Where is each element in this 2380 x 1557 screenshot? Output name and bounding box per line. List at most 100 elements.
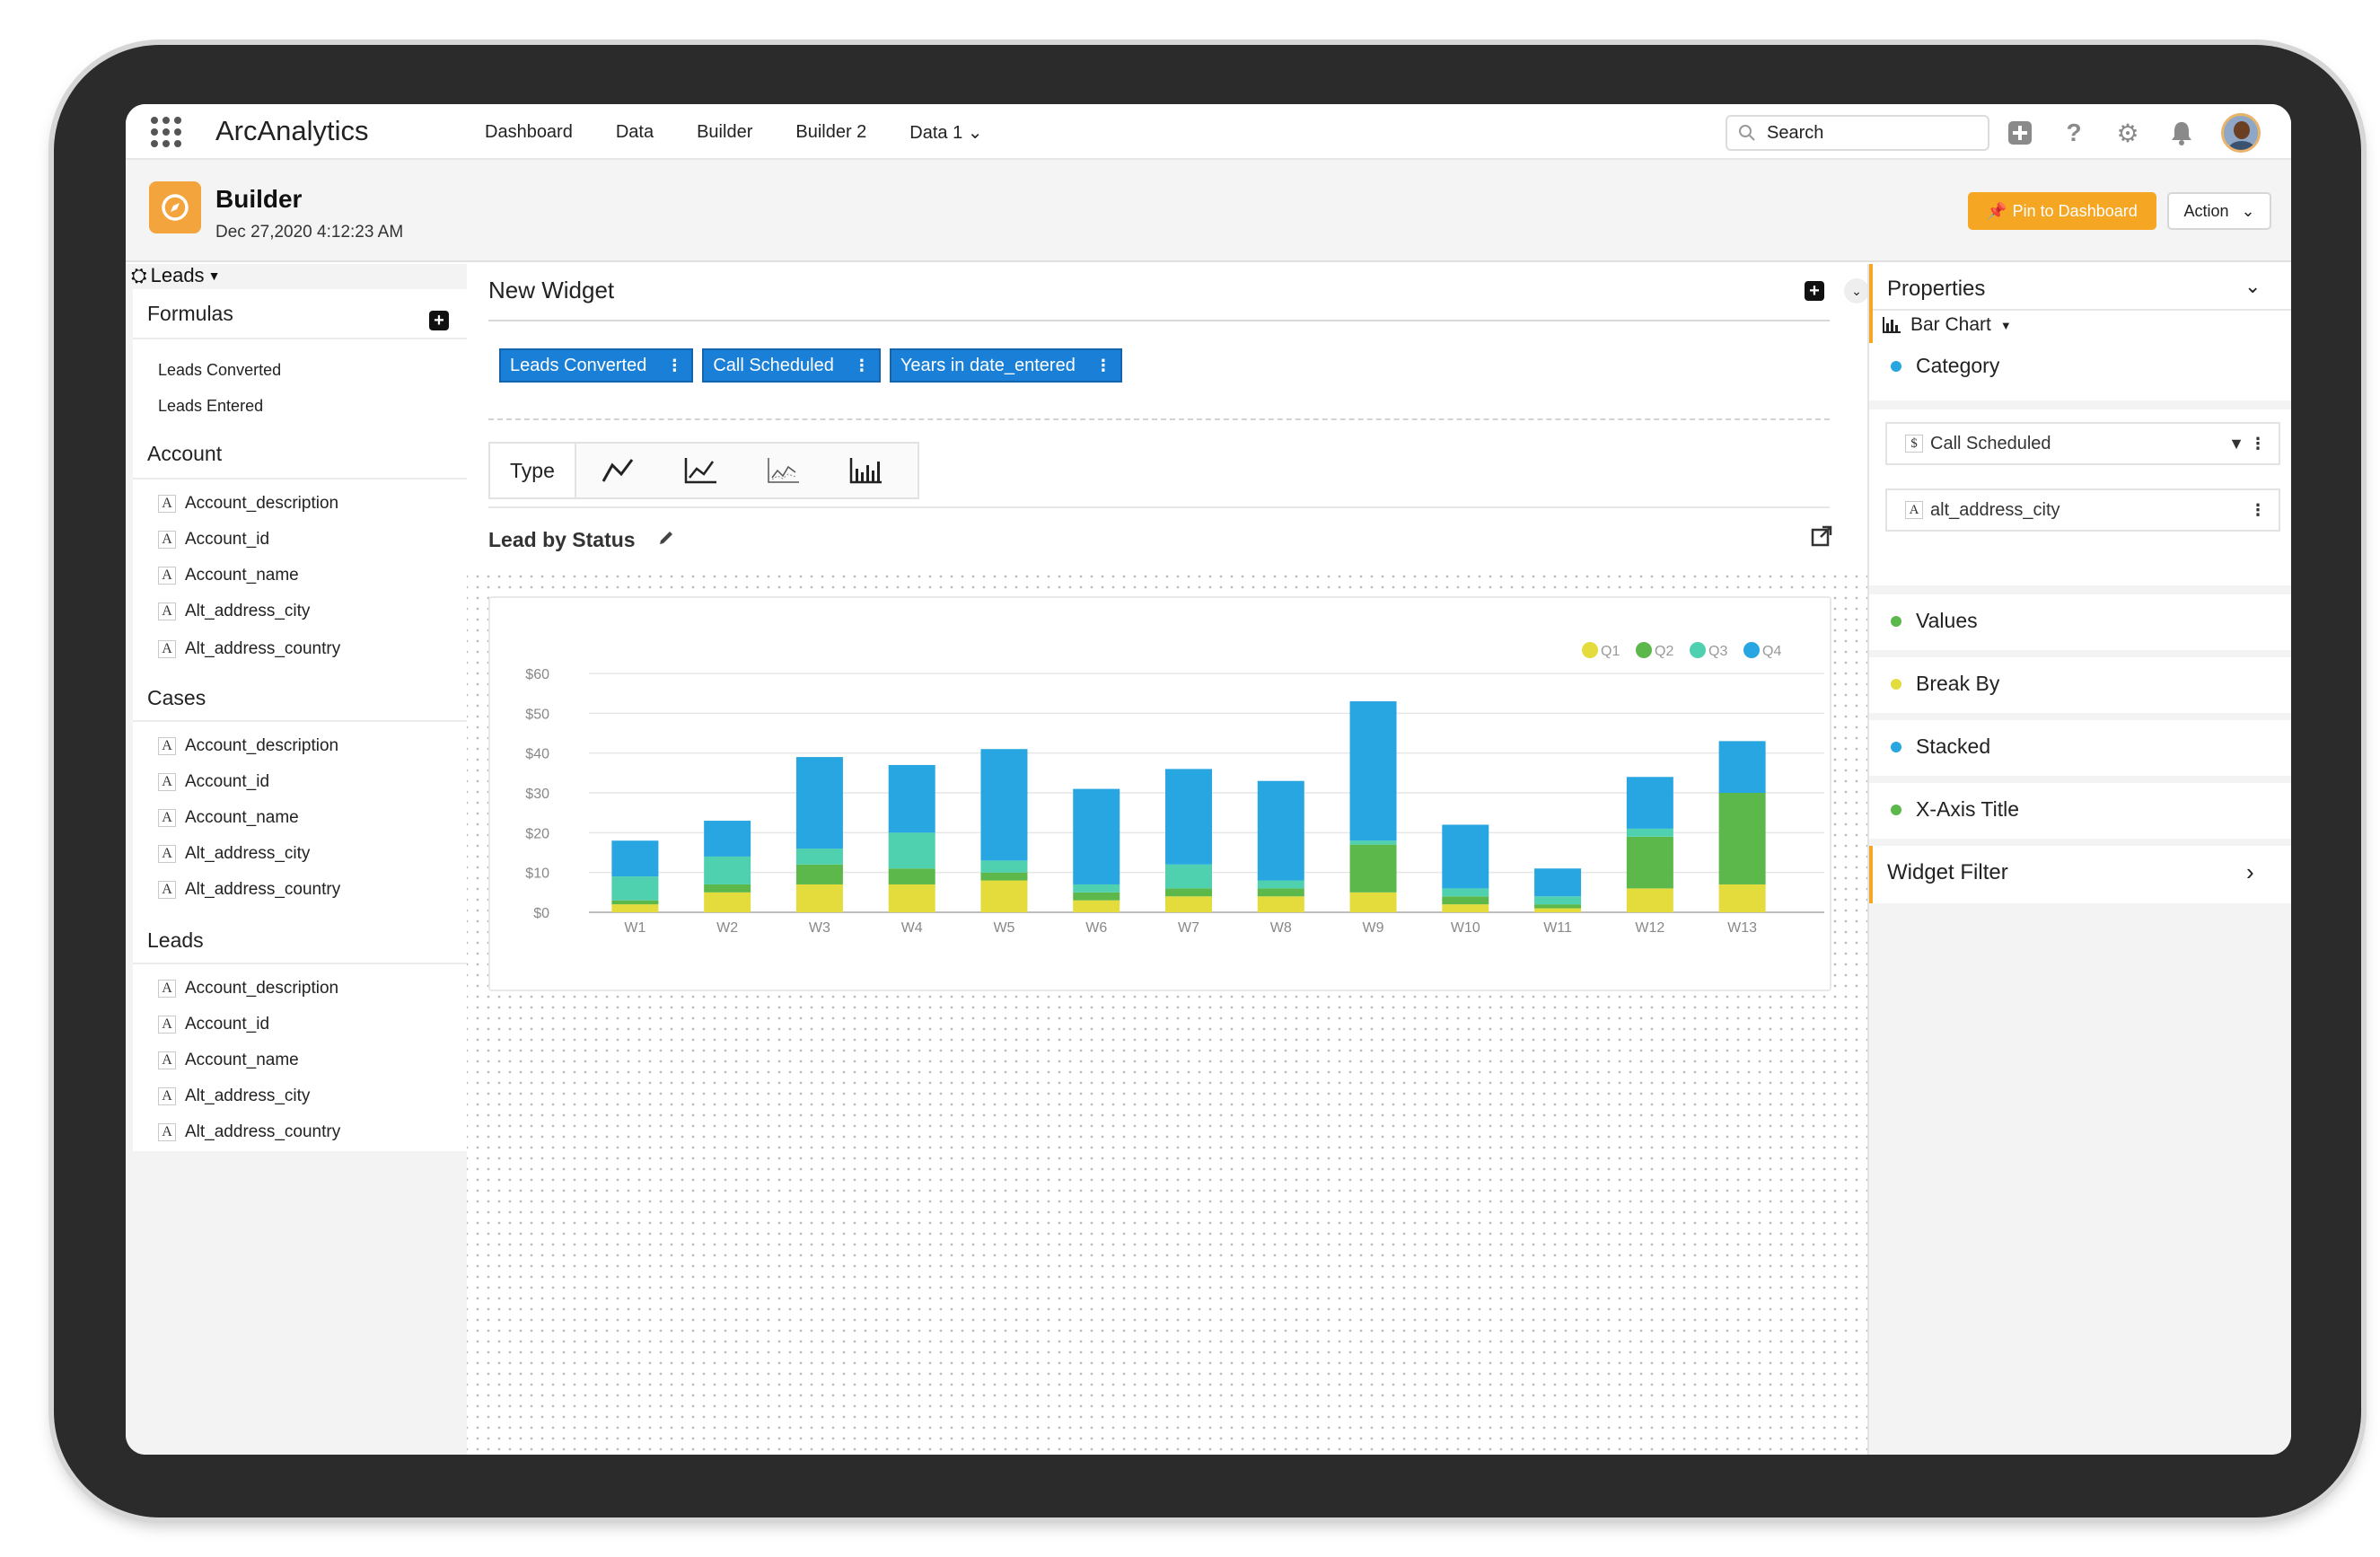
add-icon[interactable]: [2006, 119, 2034, 147]
line-chart-icon[interactable]: [576, 456, 659, 485]
text-type-icon: A: [158, 773, 176, 791]
legend-label: Q2: [1655, 644, 1673, 659]
x-tick-label: W8: [1270, 920, 1292, 936]
field-item[interactable]: A Account_name: [158, 808, 299, 828]
field-label: Alt_address_city: [185, 844, 311, 863]
nav-data-1[interactable]: Data 1 ⌄: [909, 121, 982, 144]
avatar[interactable]: [2221, 113, 2261, 153]
add-widget-icon[interactable]: +: [1805, 281, 1824, 301]
page-header: Builder Dec 27,2020 4:12:23 AM 📌 Pin to …: [126, 160, 2291, 262]
axis-line-chart-icon[interactable]: [659, 456, 742, 485]
divider: [133, 720, 467, 722]
field-item[interactable]: A Alt_address_country: [158, 880, 340, 900]
help-icon[interactable]: ?: [2059, 119, 2088, 147]
field-label: alt_address_city: [1930, 499, 2060, 520]
bar-segment-q2: [1626, 836, 1673, 889]
x-tick-label: W2: [716, 920, 738, 936]
property-values[interactable]: Values: [1891, 609, 1978, 633]
gear-icon[interactable]: ⚙: [2113, 119, 2142, 147]
chart-type-selector[interactable]: Bar Chart ▼: [1882, 314, 2012, 336]
chip-call-scheduled[interactable]: Call Scheduled ⋮: [702, 348, 881, 383]
legend-swatch: [1582, 642, 1598, 658]
chevron-down-icon: ⌄: [2241, 201, 2255, 220]
nav-dashboard[interactable]: Dashboard: [485, 122, 573, 143]
field-item[interactable]: A Account_id: [158, 530, 269, 550]
chevron-down-icon[interactable]: ⌄: [1844, 278, 1869, 303]
bell-icon[interactable]: [2167, 119, 2196, 147]
app-launcher-icon[interactable]: [151, 117, 181, 147]
x-tick-label: W9: [1363, 920, 1384, 936]
chip-leads-converted[interactable]: Leads Converted ⋮: [499, 348, 694, 383]
formula-item[interactable]: Leads Converted: [158, 361, 281, 380]
field-item[interactable]: A Alt_address_city: [158, 1086, 310, 1106]
bar-segment-q1: [1349, 892, 1397, 912]
nav-builder[interactable]: Builder: [697, 122, 752, 143]
field-item[interactable]: A Account_id: [158, 1015, 269, 1034]
field-item[interactable]: A Account_id: [158, 772, 269, 792]
y-tick-label: $60: [525, 667, 549, 682]
property-break-by[interactable]: Break By: [1891, 672, 1999, 696]
field-item[interactable]: A Alt_address_country: [158, 1122, 340, 1142]
field-item[interactable]: A Account_description: [158, 494, 338, 514]
bar-segment-q1: [611, 904, 659, 912]
property-x-axis-title[interactable]: X-Axis Title: [1891, 797, 2019, 822]
nav-data[interactable]: Data: [616, 122, 654, 143]
bar-segment-q2: [611, 900, 659, 905]
kebab-icon[interactable]: ⋮: [1095, 356, 1111, 375]
property-category[interactable]: Category: [1891, 354, 1999, 378]
divider: [1873, 309, 2291, 311]
type-label: Type: [490, 444, 576, 497]
divider: [133, 338, 467, 339]
x-tick-label: W1: [624, 920, 645, 936]
dataset-selector[interactable]: ⛭ Leads ▼: [131, 264, 220, 287]
property-stacked[interactable]: Stacked: [1891, 735, 1990, 759]
bar-segment-q3: [888, 832, 935, 869]
area-chart-icon[interactable]: [742, 456, 824, 485]
category-dot: [1891, 360, 1901, 372]
bar-segment-q3: [1349, 840, 1397, 845]
field-item[interactable]: A Alt_address_country: [158, 639, 340, 659]
field-label: Alt_address_country: [185, 639, 341, 658]
external-link-icon[interactable]: [1810, 524, 1833, 552]
nav-builder-2[interactable]: Builder 2: [795, 122, 866, 143]
chevron-right-icon[interactable]: ›: [2246, 858, 2254, 886]
field-actions: ⋮: [2250, 501, 2266, 520]
bar-segment-q2: [888, 868, 935, 884]
selected-measures: Leads Converted ⋮ Call Scheduled ⋮ Years i…: [499, 348, 1122, 383]
field-item[interactable]: A Account_description: [158, 736, 338, 756]
field-item[interactable]: A Alt_address_city: [158, 844, 310, 864]
field-item[interactable]: A Account_description: [158, 979, 338, 998]
bar-segment-q4: [1442, 824, 1489, 889]
search-input[interactable]: Search: [1726, 115, 1989, 151]
field-item[interactable]: A Account_name: [158, 1051, 299, 1070]
properties-panel: Properties ⌄ Bar Chart ▼ Category $ Call…: [1867, 264, 2291, 1455]
formula-item[interactable]: Leads Entered: [158, 397, 263, 416]
kebab-icon[interactable]: ⋮: [2250, 435, 2266, 453]
kebab-icon[interactable]: ⋮: [2250, 501, 2266, 520]
formulas-title: Formulas: [147, 302, 233, 325]
category-field-alt-address-city[interactable]: A alt_address_city ⋮: [1885, 488, 2280, 532]
pin-to-dashboard-button[interactable]: 📌 Pin to Dashboard: [1968, 192, 2156, 230]
widget-title[interactable]: New Widget: [488, 277, 614, 304]
bar-segment-q2: [1165, 888, 1212, 897]
text-type-icon: A: [158, 1051, 176, 1069]
bar-chart-icon[interactable]: [824, 456, 907, 485]
action-label: Action: [2183, 201, 2229, 220]
category-field-call-scheduled[interactable]: $ Call Scheduled ▼ ⋮: [1885, 422, 2280, 465]
bar-segment-q2: [1718, 793, 1766, 884]
x-tick-label: W5: [993, 920, 1014, 936]
field-item[interactable]: A Account_name: [158, 566, 299, 585]
filter-icon[interactable]: ▼: [2228, 435, 2244, 453]
pencil-icon[interactable]: [657, 528, 675, 552]
add-formula-icon[interactable]: +: [429, 311, 449, 330]
group-title-leads: Leads: [147, 928, 204, 952]
bar-segment-q4: [704, 821, 751, 857]
chip-years-in-date-entered[interactable]: Years in date_entered ⋮: [889, 348, 1122, 383]
bar-segment-q3: [795, 849, 843, 865]
field-item[interactable]: A Alt_address_city: [158, 602, 310, 621]
kebab-icon[interactable]: ⋮: [854, 356, 870, 375]
break-by-label: Break By: [1916, 672, 2000, 695]
action-button[interactable]: Action ⌄: [2167, 192, 2271, 230]
kebab-icon[interactable]: ⋮: [666, 356, 682, 375]
chevron-down-icon[interactable]: ⌄: [2244, 275, 2261, 298]
